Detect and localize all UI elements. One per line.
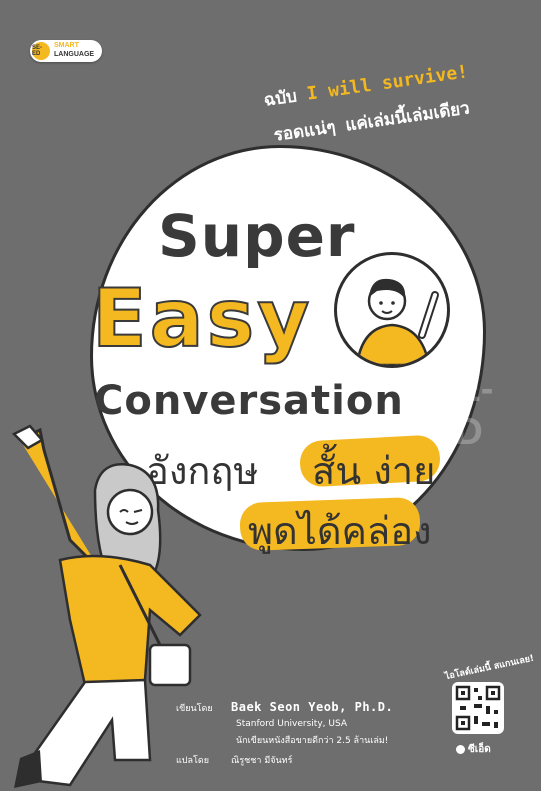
translator-label: แปลโดย	[176, 756, 209, 766]
logo-badge: SE-ED	[32, 42, 50, 60]
publisher-icon	[456, 744, 465, 754]
author-label: เขียนโดย	[176, 704, 213, 714]
publisher-logo: SE-ED SMART LANGUAGE	[30, 40, 102, 62]
credits: เขียนโดย Baek Seon Yeob, Ph.D. Stanford U…	[176, 700, 393, 767]
publisher-name: ซีเอ็ด	[456, 742, 491, 757]
logo-line2: LANGUAGE	[54, 51, 95, 58]
watermark: SE-ED	[430, 368, 494, 453]
qr-code	[452, 682, 504, 734]
title-word-conversation: Conversation	[94, 378, 404, 424]
translator-name: ณิรูชชา มีจันทร์	[231, 756, 293, 766]
author-affil: Stanford University, USA	[236, 719, 347, 729]
author-name: Baek Seon Yeob, Ph.D.	[231, 700, 394, 714]
publisher-label: ซีเอ็ด	[468, 744, 491, 755]
title-word-super: Super	[158, 202, 356, 270]
book-cover: SE-ED SMART LANGUAGE ฉบับ I will survive…	[0, 0, 541, 791]
subtitle-part2: สั้น ง่าย	[312, 449, 436, 493]
qr-hint: ไอโลด์เล่มนี้ สแกนเลย!	[444, 653, 536, 683]
logo-line1: SMART	[54, 42, 79, 49]
tagline-prefix: ฉบับ	[262, 84, 309, 111]
subtitle-part3: พูดได้คล่อง	[248, 509, 432, 553]
author-note: นักเขียนหนังสือขายดีกว่า 2.5 ล้านเล่ม!	[236, 736, 389, 746]
title-word-easy: Easy	[91, 271, 313, 366]
